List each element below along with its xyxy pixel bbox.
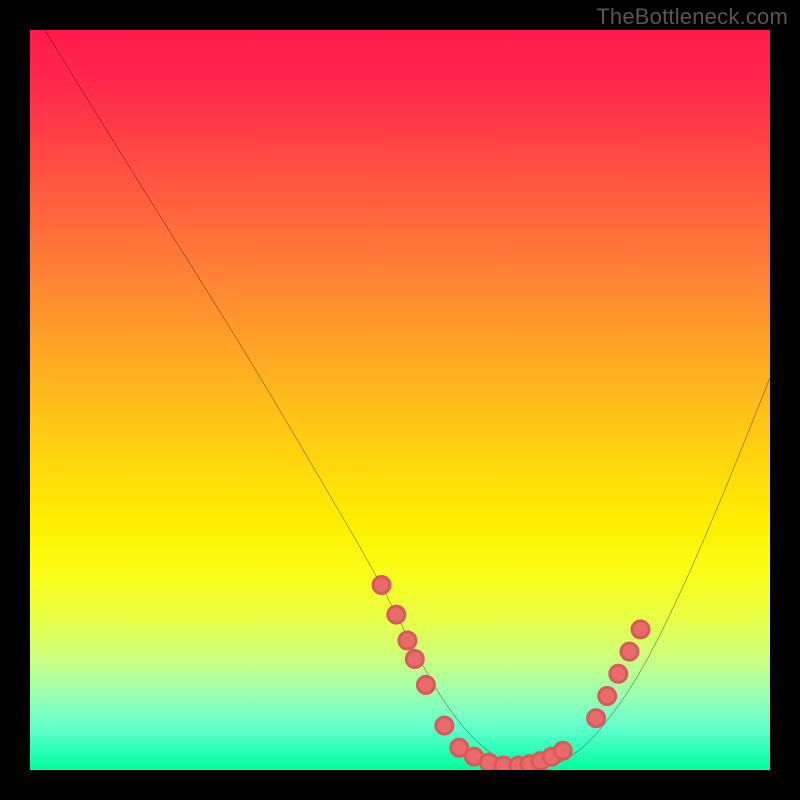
marker-dot xyxy=(436,717,453,734)
watermark-text: TheBottleneck.com xyxy=(596,4,788,30)
marker-dot xyxy=(632,621,649,638)
marker-dot xyxy=(621,643,638,660)
highlight-dots xyxy=(373,576,649,770)
marker-dot xyxy=(417,676,434,693)
chart-svg xyxy=(30,30,770,770)
marker-dot xyxy=(588,710,605,727)
marker-dot xyxy=(610,665,627,682)
marker-dot xyxy=(373,576,390,593)
marker-dot xyxy=(406,650,423,667)
marker-dot xyxy=(399,632,416,649)
plot-area xyxy=(30,30,770,770)
marker-dot xyxy=(388,606,405,623)
marker-dot xyxy=(599,687,616,704)
marker-dot xyxy=(554,742,571,759)
